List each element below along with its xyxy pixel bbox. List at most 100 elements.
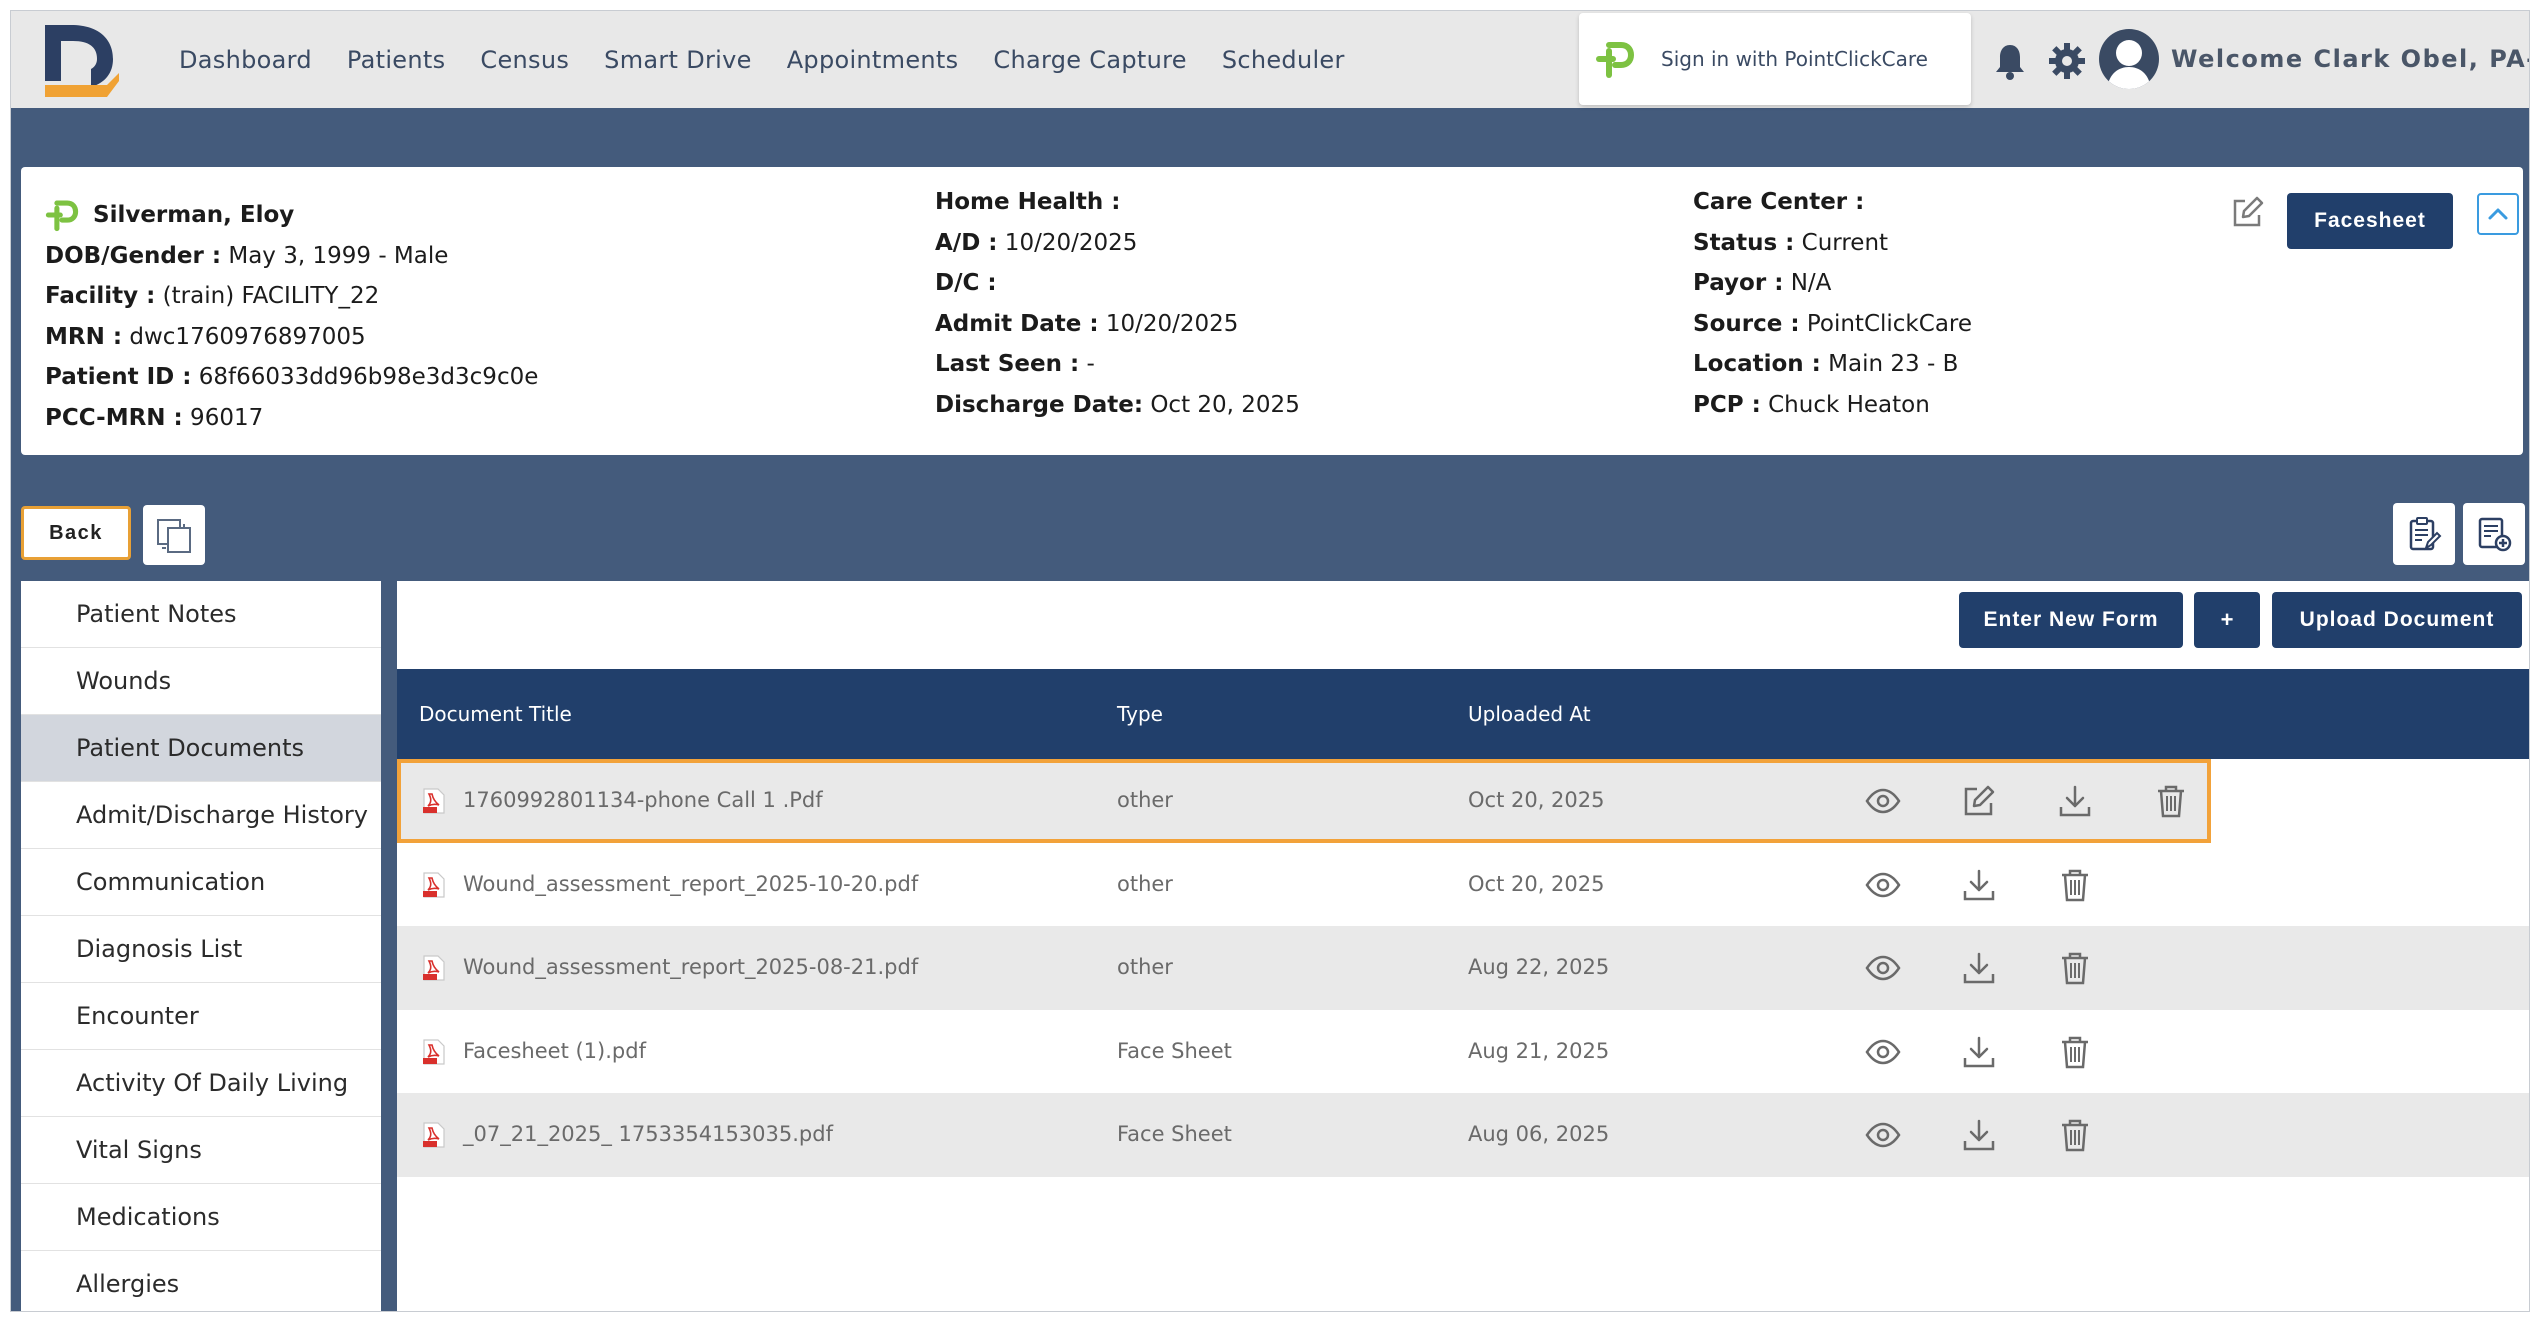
field-value: -: [1079, 351, 1095, 377]
copy-document-button[interactable]: [143, 505, 205, 565]
sidebar-item-activity-of-daily-living[interactable]: Activity Of Daily Living: [21, 1050, 381, 1117]
patient-dc: D/C :: [935, 263, 1300, 304]
edit-patient-icon[interactable]: [2229, 195, 2265, 231]
download-icon[interactable]: [1961, 1117, 1997, 1153]
document-type: other: [1117, 955, 1173, 979]
table-row[interactable]: Wound_assessment_report_2025-08-21.pdf ot…: [397, 926, 2529, 1010]
download-icon[interactable]: [2057, 783, 2093, 819]
patient-dob-gender: DOB/Gender : May 3, 1999 - Male: [45, 236, 538, 277]
field-value: dwc1760976897005: [122, 323, 366, 350]
field-label: Location :: [1693, 351, 1821, 377]
settings-gear-icon[interactable]: [2047, 41, 2087, 81]
document-title[interactable]: 1760992801134-phone Call 1 .Pdf: [463, 759, 823, 843]
pdf-file-icon: [423, 788, 445, 814]
field-label: Payor :: [1693, 270, 1784, 296]
sidebar-item-medications[interactable]: Medications: [21, 1184, 381, 1251]
nav-scheduler[interactable]: Scheduler: [1222, 46, 1345, 74]
clipboard-notes-button[interactable]: [2393, 503, 2455, 565]
field-label: MRN :: [45, 323, 123, 350]
nav-census[interactable]: Census: [480, 46, 569, 74]
nav-appointments[interactable]: Appointments: [787, 46, 959, 74]
field-label: Source :: [1693, 310, 1800, 337]
view-eye-icon[interactable]: [1865, 783, 1901, 819]
patient-name-row: Silverman, Eloy: [45, 195, 538, 236]
patient-sidebar: Patient Notes Wounds Patient Documents Admi…: [21, 581, 381, 1311]
field-value: 68f66033dd96b98e3d3c9c0e: [191, 364, 539, 390]
facesheet-button[interactable]: Facesheet: [2287, 193, 2453, 249]
table-row[interactable]: Facesheet (1).pdf Face Sheet Aug 21, 2025: [397, 1009, 2529, 1094]
back-button[interactable]: Back: [21, 506, 131, 560]
patient-source: Source : PointClickCare: [1693, 304, 1972, 345]
document-uploaded-at: Oct 20, 2025: [1468, 871, 1605, 896]
pointclickcare-logo-icon: [45, 200, 79, 232]
upload-document-button[interactable]: Upload Document: [2272, 592, 2522, 648]
add-note-button[interactable]: [2463, 503, 2525, 565]
table-row[interactable]: _07_21_2025_ 1753354153035.pdf Face Sheet…: [397, 1093, 2529, 1177]
document-title[interactable]: Wound_assessment_report_2025-10-20.pdf: [463, 843, 918, 927]
patient-status: Status : Current: [1693, 223, 1972, 264]
user-avatar[interactable]: [2099, 29, 2159, 89]
pcc-signin-label: Sign in with PointClickCare: [1661, 47, 1928, 71]
enter-new-form-button[interactable]: Enter New Form: [1959, 592, 2183, 648]
document-type: other: [1117, 871, 1173, 896]
column-header-document-title[interactable]: Document Title: [419, 669, 572, 759]
delete-trash-icon[interactable]: [2153, 783, 2189, 819]
nav-patients[interactable]: Patients: [347, 46, 445, 74]
clipboard-edit-icon: [2409, 517, 2442, 551]
table-row[interactable]: Wound_assessment_report_2025-10-20.pdf ot…: [397, 842, 2529, 927]
top-nav-bar: Dashboard Patients Census Smart Drive Ap…: [11, 11, 2529, 108]
nav-dashboard[interactable]: Dashboard: [179, 46, 312, 74]
patient-admit-date: Admit Date : 10/20/2025: [935, 304, 1300, 345]
document-title[interactable]: Wound_assessment_report_2025-08-21.pdf: [463, 926, 918, 1010]
view-eye-icon[interactable]: [1865, 867, 1901, 903]
sidebar-item-patient-notes[interactable]: Patient Notes: [21, 581, 381, 648]
welcome-user-text[interactable]: Welcome Clark Obel, PA-C: [2171, 11, 2529, 108]
field-label: D/C :: [935, 270, 997, 296]
download-icon[interactable]: [1961, 867, 1997, 903]
field-label: Care Center :: [1693, 189, 1865, 215]
pointclickcare-logo-icon: [1596, 42, 1635, 78]
document-type: Face Sheet: [1117, 1038, 1232, 1063]
nav-smart-drive[interactable]: Smart Drive: [604, 46, 752, 74]
sidebar-item-allergies[interactable]: Allergies: [21, 1251, 381, 1311]
field-value: Main 23 - B: [1820, 351, 1959, 377]
view-eye-icon[interactable]: [1865, 950, 1901, 986]
sidebar-item-vital-signs[interactable]: Vital Signs: [21, 1117, 381, 1184]
delete-trash-icon[interactable]: [2057, 950, 2093, 986]
delete-trash-icon[interactable]: [2057, 1034, 2093, 1070]
collapse-header-button[interactable]: [2477, 193, 2519, 235]
document-title[interactable]: _07_21_2025_ 1753354153035.pdf: [463, 1093, 833, 1177]
pcc-signin-button[interactable]: Sign in with PointClickCare: [1579, 13, 1971, 105]
field-value: PointClickCare: [1799, 310, 1973, 337]
sidebar-item-communication[interactable]: Communication: [21, 849, 381, 916]
view-eye-icon[interactable]: [1865, 1117, 1901, 1153]
patient-ad: A/D : 10/20/2025: [935, 223, 1300, 264]
nav-charge-capture[interactable]: Charge Capture: [993, 46, 1186, 74]
edit-icon[interactable]: [1961, 783, 1997, 819]
table-row[interactable]: 1760992801134-phone Call 1 .Pdf other Oct …: [397, 759, 2211, 843]
view-eye-icon[interactable]: [1865, 1034, 1901, 1070]
delete-trash-icon[interactable]: [2057, 1117, 2093, 1153]
sidebar-item-encounter[interactable]: Encounter: [21, 983, 381, 1050]
sidebar-item-diagnosis-list[interactable]: Diagnosis List: [21, 916, 381, 983]
note-add-icon: [2478, 517, 2512, 552]
field-label: Last Seen :: [935, 351, 1080, 377]
patient-info-column-1: Silverman, Eloy DOB/Gender : May 3, 1999…: [45, 195, 538, 438]
field-label: Status :: [1693, 229, 1795, 256]
column-header-type[interactable]: Type: [1117, 669, 1163, 759]
sidebar-item-patient-documents[interactable]: Patient Documents: [21, 715, 381, 782]
app-logo[interactable]: [37, 21, 127, 101]
download-icon[interactable]: [1961, 950, 1997, 986]
delete-trash-icon[interactable]: [2057, 867, 2093, 903]
patient-name: Silverman, Eloy: [93, 202, 295, 228]
patient-home-health: Home Health :: [935, 182, 1300, 223]
main-nav: Dashboard Patients Census Smart Drive Ap…: [179, 11, 1380, 108]
document-title[interactable]: Facesheet (1).pdf: [463, 1010, 646, 1094]
sidebar-item-wounds[interactable]: Wounds: [21, 648, 381, 715]
add-button[interactable]: +: [2194, 592, 2260, 648]
download-icon[interactable]: [1961, 1034, 1997, 1070]
sidebar-item-admit-discharge-history[interactable]: Admit/Discharge History: [21, 782, 381, 849]
notification-bell-icon[interactable]: [1993, 41, 2027, 81]
patient-pcp: PCP : Chuck Heaton: [1693, 385, 1972, 426]
column-header-uploaded-at[interactable]: Uploaded At: [1468, 669, 1591, 759]
